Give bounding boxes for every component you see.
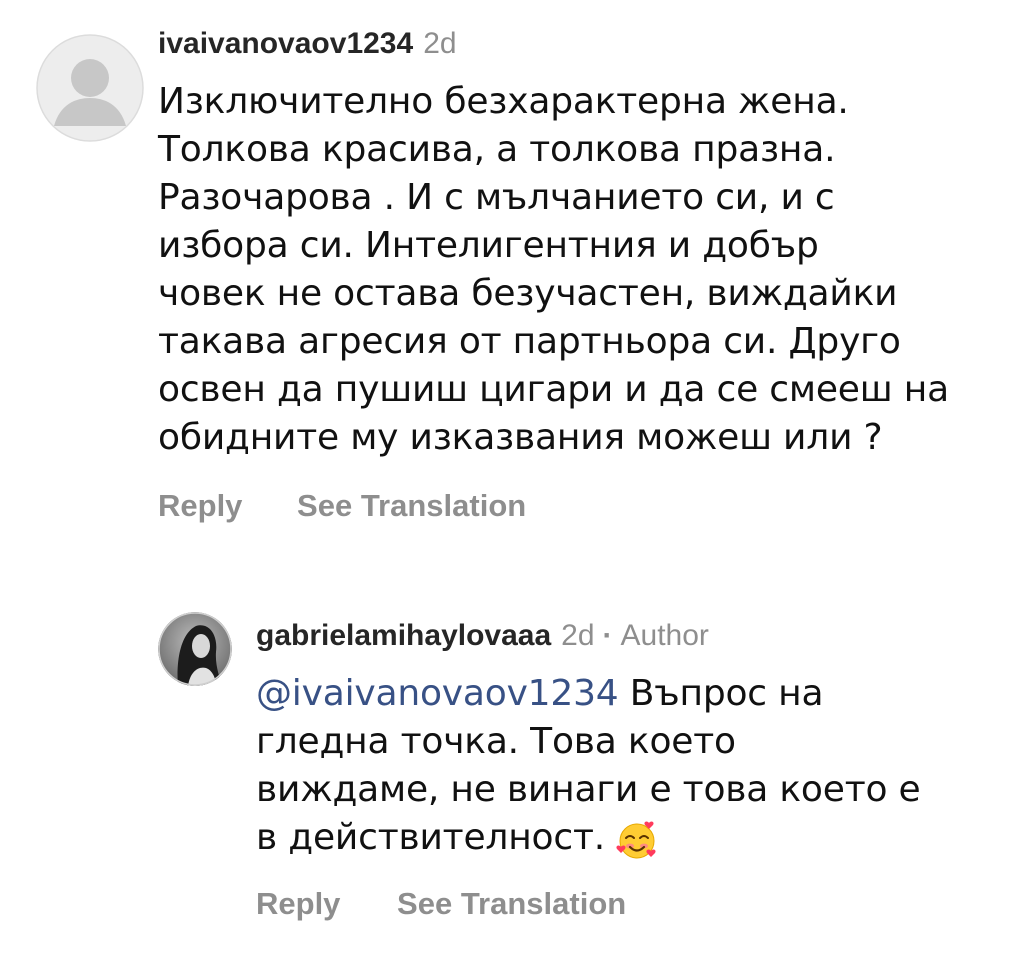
comment-line: освен да пушиш цигари и да се смееш на (158, 369, 949, 410)
smiling-face-with-hearts-icon (615, 817, 659, 861)
reply-line: @ivaivanovaov1234 Въпрос на (256, 670, 921, 718)
see-translation-button[interactable]: See Translation (397, 886, 626, 921)
author-avatar[interactable] (158, 612, 232, 686)
comment-line: човек не остава безучастен, виждайки (158, 273, 898, 314)
reply-body: @ivaivanovaov1234 Въпрос на гледна точка… (256, 670, 921, 862)
reply-button[interactable]: Reply (256, 886, 340, 921)
reply-button[interactable]: Reply (158, 488, 242, 523)
reply-actions: Reply See Translation (256, 886, 626, 922)
comment-username[interactable]: ivaivanovaov1234 (158, 27, 413, 60)
reply-username[interactable]: gabrielamihaylovaaa (256, 619, 551, 652)
comment-header: ivaivanovaov1234 2d (158, 26, 457, 62)
reply-line-text: Въпрос на (618, 673, 824, 714)
user-mention-link[interactable]: @ivaivanovaov1234 (256, 673, 619, 714)
see-translation-button[interactable]: See Translation (297, 488, 526, 523)
comment-line: Толкова красива, а толкова празна. (158, 129, 836, 170)
comment-line: такава агресия от партньора си. Друго (158, 321, 901, 362)
comment-timestamp: 2d (423, 27, 457, 60)
comment-line: Изключително безхарактерна жена. (158, 81, 849, 122)
reply-line-text: в действителност. (256, 817, 605, 858)
reply-line: в действителност. (256, 814, 921, 862)
reply-line: гледна точка. Това което (256, 721, 736, 762)
default-user-avatar-icon[interactable] (36, 34, 144, 142)
meta-separator: · (602, 619, 613, 652)
comment-line: Разочарова . И с мълчанието си, и с (158, 177, 835, 218)
comment-body: Изключително безхарактерна жена. Толкова… (158, 78, 949, 462)
comment-line: избора си. Интелигентния и добър (158, 225, 819, 266)
reply-line: виждаме, не винаги е това което е (256, 769, 921, 810)
author-badge: Author (620, 619, 709, 652)
comment-line: обидните му изказвания можеш или ? (158, 417, 883, 458)
reply-header: gabrielamihaylovaaa 2d · Author (256, 618, 709, 654)
reply-timestamp: 2d (561, 619, 595, 652)
comment-actions: Reply See Translation (158, 488, 526, 524)
